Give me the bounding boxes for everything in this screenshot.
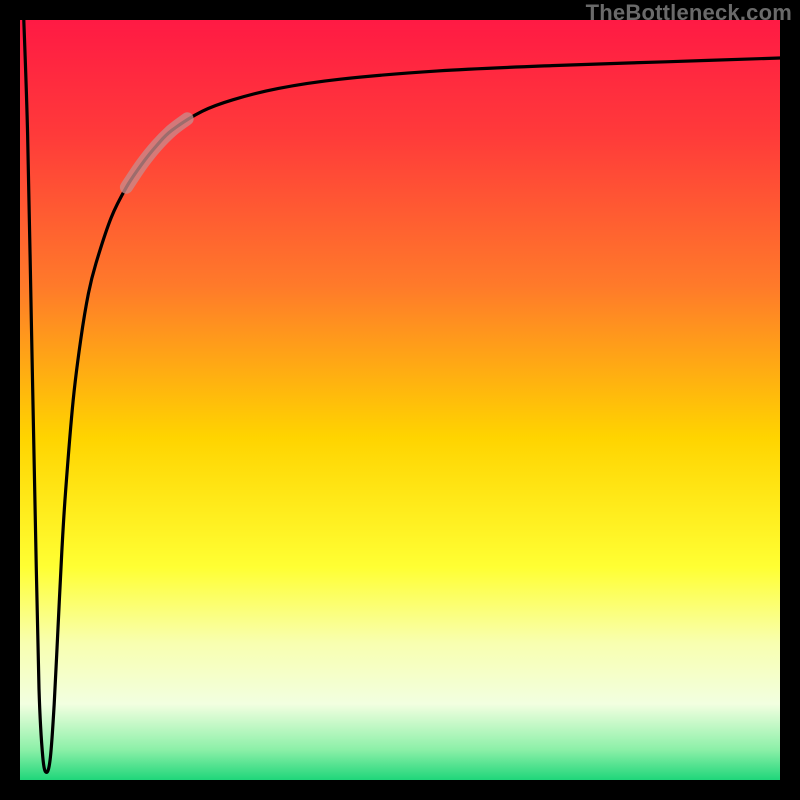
plot-frame bbox=[20, 20, 780, 780]
attribution-watermark: TheBottleneck.com bbox=[586, 0, 792, 26]
plot-area bbox=[20, 20, 780, 780]
chart-stage: TheBottleneck.com bbox=[0, 0, 800, 800]
curve-layer bbox=[20, 20, 780, 780]
bottleneck-curve bbox=[24, 20, 780, 772]
highlight-segment bbox=[126, 119, 187, 187]
